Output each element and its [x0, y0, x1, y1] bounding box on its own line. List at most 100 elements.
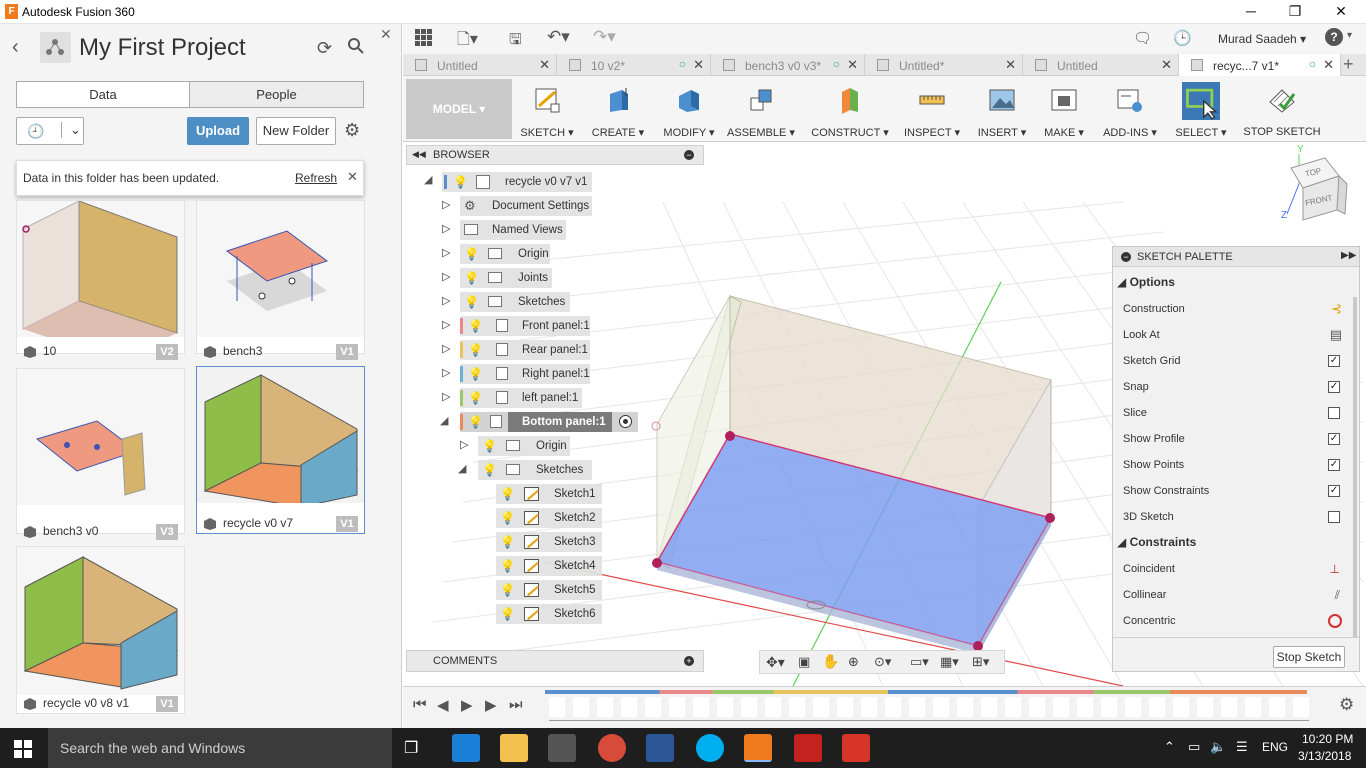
plus-icon[interactable]: + [684, 656, 694, 666]
expand-triangle-icon[interactable]: ▷ [442, 246, 450, 259]
3d-sketch-checkbox[interactable] [1328, 511, 1340, 523]
step-back-icon[interactable]: ◀ [437, 696, 449, 714]
sketch-menu[interactable]: SKETCH ▾ [515, 80, 579, 140]
node-front-panel[interactable]: 💡 Front panel:1 [460, 316, 590, 336]
item-card-recycle-v0-v7[interactable]: recycle v0 v7 V1 [196, 366, 365, 534]
store-icon[interactable] [548, 734, 576, 762]
gear-icon[interactable]: ⚙ [344, 120, 360, 141]
inspect-menu[interactable]: INSPECT ▾ [899, 80, 965, 140]
visibility-bulb-icon[interactable]: 💡 [464, 292, 479, 312]
stop-sketch-ribbon-button[interactable]: STOP SKETCH [1239, 80, 1325, 140]
action-center-icon[interactable]: ☰ [1236, 739, 1248, 755]
node-named-views[interactable]: Named Views [460, 220, 566, 240]
maximize-button[interactable]: ❐ [1280, 2, 1310, 22]
minus-icon[interactable]: − [684, 150, 694, 160]
node-rear-panel[interactable]: 💡 Rear panel:1 [460, 340, 590, 360]
look-at-icon[interactable]: ▣ [798, 654, 810, 670]
orbit-icon[interactable]: ✥▾ [766, 654, 785, 671]
user-menu[interactable]: Murad Saadeh ▾ [1218, 32, 1306, 46]
palette-header[interactable]: − SKETCH PALETTE ▶▶ [1113, 247, 1359, 267]
visibility-bulb-icon[interactable]: 💡 [453, 172, 468, 192]
visibility-bulb-icon[interactable]: 💡 [500, 604, 515, 624]
option-construction[interactable]: Construction ⊰ [1123, 298, 1348, 320]
close-window-button[interactable]: ✕ [1326, 2, 1356, 22]
node-document-settings[interactable]: ⚙ Document Settings [460, 196, 592, 216]
close-notice-button[interactable]: ✕ [347, 169, 358, 185]
collapse-browser-icon[interactable]: ◀◀ [412, 149, 426, 160]
item-card-10[interactable]: 10 V2 [16, 200, 185, 360]
show-constraints-checkbox[interactable]: ✓ [1328, 485, 1340, 497]
node-sketch6[interactable]: 💡 Sketch6 [496, 604, 602, 624]
back-icon[interactable]: ‹ [12, 36, 19, 59]
coincident-icon[interactable]: ⊥ [1330, 558, 1340, 580]
undo-icon[interactable]: ↶▾ [547, 27, 570, 47]
close-tab-icon[interactable]: ✕ [847, 57, 858, 73]
construction-icon[interactable]: ⊰ [1331, 298, 1342, 320]
slice-checkbox[interactable] [1328, 407, 1340, 419]
collinear-icon[interactable]: ⫽ [1335, 584, 1340, 606]
snap-checkbox[interactable]: ✓ [1328, 381, 1340, 393]
close-tab-icon[interactable]: ✕ [1323, 57, 1334, 73]
close-tab-icon[interactable]: ✕ [1005, 57, 1016, 73]
expand-palette-icon[interactable]: ▶▶ [1341, 250, 1356, 261]
go-to-start-icon[interactable]: ⏮ [413, 696, 427, 713]
visibility-bulb-icon[interactable]: 💡 [500, 556, 515, 576]
new-folder-button[interactable]: New Folder [256, 117, 336, 145]
step-forward-icon[interactable]: ▶ [485, 696, 497, 714]
timeline-features[interactable] [549, 697, 1309, 717]
expand-triangle-icon[interactable]: ▷ [460, 438, 468, 451]
expand-triangle-icon[interactable]: ▷ [442, 198, 450, 211]
comments-bar[interactable]: COMMENTS + [406, 650, 704, 672]
close-tab-icon[interactable]: ✕ [693, 57, 704, 73]
edge-browser-icon[interactable] [452, 734, 480, 762]
help-icon[interactable]: ? [1325, 28, 1343, 46]
task-view-icon[interactable]: ❐ [404, 738, 418, 758]
job-status-icon[interactable]: 🕒 [1173, 29, 1192, 47]
grid-menu-icon[interactable] [415, 29, 433, 50]
visibility-bulb-icon[interactable]: 💡 [482, 460, 497, 480]
file-explorer-icon[interactable] [500, 734, 528, 762]
node-joints[interactable]: 💡 Joints [460, 268, 552, 288]
clock-time[interactable]: 10:20 PM [1302, 732, 1353, 746]
node-bottom-origin[interactable]: 💡 Origin [478, 436, 570, 456]
save-icon[interactable]: 🖫 [509, 29, 522, 54]
search-icon[interactable] [348, 38, 364, 57]
visibility-bulb-icon[interactable]: 💡 [500, 580, 515, 600]
history-dropdown[interactable]: 🕘 ⌄ [16, 117, 84, 145]
doc-tab-6-active[interactable]: recyc...7 v1* ○ ✕ [1179, 54, 1341, 76]
play-icon[interactable]: ▶ [461, 696, 473, 714]
node-sketch5[interactable]: 💡 Sketch5 [496, 580, 602, 600]
sync-icon[interactable]: ⟳ [317, 38, 332, 59]
option-3d-sketch[interactable]: 3D Sketch [1123, 506, 1348, 528]
constraints-section-header[interactable]: ◢ Constraints [1117, 535, 1196, 549]
node-bottom-sketches[interactable]: 💡 Sketches [478, 460, 592, 480]
node-right-panel[interactable]: 💡 Right panel:1 [460, 364, 590, 384]
doc-tab-1[interactable]: Untitled ✕ [403, 54, 557, 76]
look-at-icon[interactable]: ▤ [1330, 324, 1342, 346]
go-to-end-icon[interactable]: ⏭ [509, 696, 523, 713]
visibility-bulb-icon[interactable]: 💡 [468, 412, 483, 432]
tray-chevron-up-icon[interactable]: ⌃ [1164, 739, 1175, 755]
notifications-icon[interactable]: 🗨 [1133, 29, 1152, 47]
option-sketch-grid[interactable]: Sketch Grid ✓ [1123, 350, 1348, 372]
minimize-button[interactable]: ─ [1236, 2, 1266, 22]
expand-triangle-icon[interactable]: ▷ [442, 342, 450, 355]
visibility-bulb-icon[interactable]: 💡 [482, 436, 497, 456]
redo-icon[interactable]: ↷▾ [593, 27, 616, 47]
clock-date[interactable]: 3/13/2018 [1298, 749, 1351, 763]
close-tab-icon[interactable]: ✕ [1161, 57, 1172, 73]
visibility-bulb-icon[interactable]: 💡 [500, 484, 515, 504]
expand-triangle-icon[interactable]: ▷ [442, 270, 450, 283]
visibility-bulb-icon[interactable]: 💡 [464, 244, 479, 264]
taskbar-search-box[interactable]: Search the web and Windows [48, 728, 392, 768]
volume-icon[interactable]: 🔈 [1210, 739, 1226, 755]
item-card-bench3[interactable]: bench3 V1 [196, 200, 365, 360]
close-tab-icon[interactable]: ✕ [539, 57, 550, 73]
doc-tab-5[interactable]: Untitled ✕ [1023, 54, 1179, 76]
battery-icon[interactable]: ▭ [1188, 739, 1200, 755]
insert-menu[interactable]: INSERT ▾ [973, 80, 1031, 140]
node-sketch3[interactable]: 💡 Sketch3 [496, 532, 602, 552]
view-cube[interactable]: Y Z TOP FRONT [1281, 144, 1361, 226]
show-profile-checkbox[interactable]: ✓ [1328, 433, 1340, 445]
doc-tab-3[interactable]: bench3 v0 v3* ○ ✕ [711, 54, 865, 76]
